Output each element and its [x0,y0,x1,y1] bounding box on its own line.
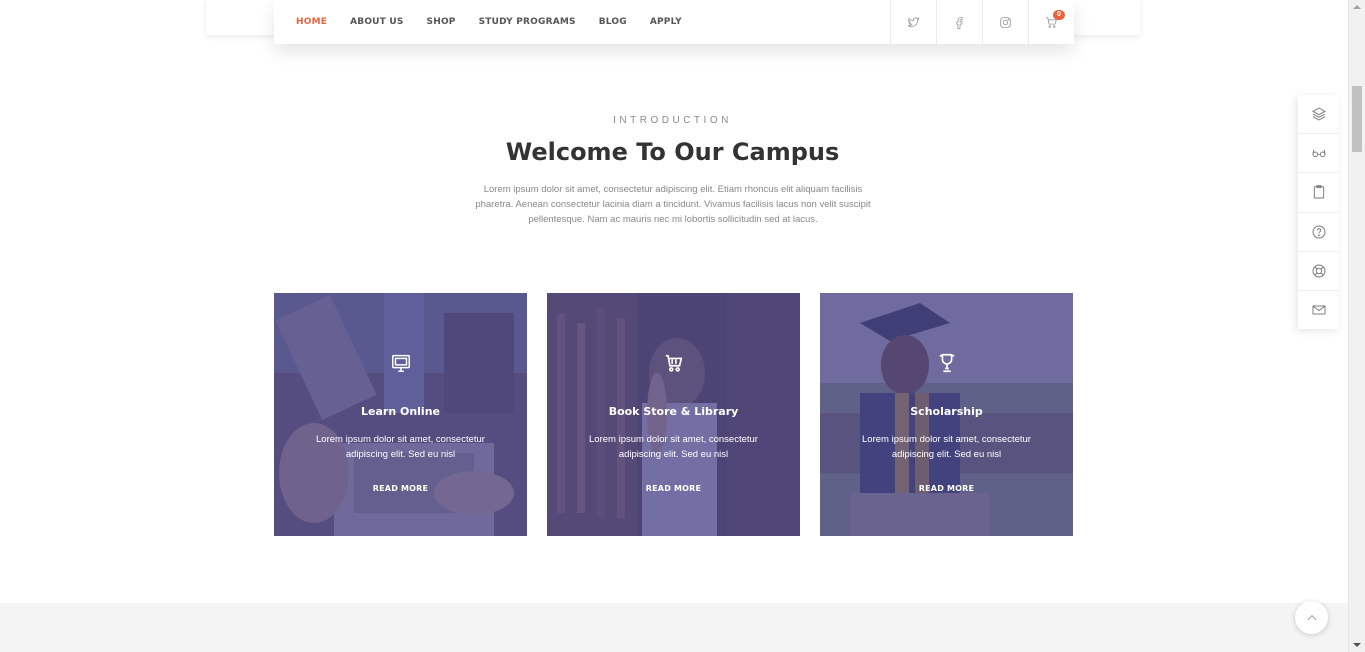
nav-links: HOME ABOUT US SHOP STUDY PROGRAMS BLOG A… [274,17,890,27]
nav-link-blog[interactable]: BLOG [599,17,627,27]
tool-clipboard[interactable] [1298,173,1339,213]
card-title: Learn Online [361,405,440,418]
intro-eyebrow: INTRODUCTION [613,115,732,126]
card-text: Lorem ipsum dolor sit amet, consectetur … [589,434,758,460]
mail-icon [1312,305,1325,315]
next-section [0,603,1348,652]
side-tool-panel [1298,95,1339,329]
card-scholarship[interactable]: Scholarship Lorem ipsum dolor sit amet, … [820,293,1073,536]
lifebuoy-icon [1312,264,1325,278]
card-icon [820,352,1073,374]
monitor-icon [391,354,410,372]
card-learn-online[interactable]: Learn Online Lorem ipsum dolor sit amet,… [274,293,527,536]
trophy-icon [939,353,954,373]
social-links: 0 [890,0,1074,44]
read-more-link[interactable]: READ MORE [547,484,800,493]
scroll-up-arrow[interactable] [1353,5,1361,9]
scrollbar[interactable] [1348,0,1365,652]
twitter-icon [907,16,920,27]
card-text: Lorem ipsum dolor sit amet, consectetur … [862,434,1031,460]
clipboard-icon [1313,185,1324,199]
nav-link-study-programs[interactable]: STUDY PROGRAMS [479,17,576,27]
nav-link-shop[interactable]: SHOP [427,17,456,27]
card-book-store-library[interactable]: Book Store & Library Lorem ipsum dolor s… [547,293,800,536]
nav-link-about-us[interactable]: ABOUT US [350,17,403,27]
page: HOME ABOUT US SHOP STUDY PROGRAMS BLOG A… [0,0,1365,652]
scroll-down-arrow[interactable] [1353,643,1361,647]
card-content: Scholarship Lorem ipsum dolor sit amet, … [820,293,1073,536]
read-more-link[interactable]: READ MORE [274,484,527,493]
card-content: Learn Online Lorem ipsum dolor sit amet,… [274,293,527,536]
instagram-icon [1000,16,1011,28]
nav-link-home[interactable]: HOME [296,17,327,27]
card-title: Book Store & Library [608,405,739,418]
tool-support[interactable] [1298,252,1339,291]
twitter-link[interactable] [890,0,936,44]
read-more-link[interactable]: READ MORE [820,484,1073,493]
back-to-top-button[interactable] [1295,601,1328,634]
layers-icon [1311,107,1326,121]
card-title: Scholarship [910,405,983,418]
tool-mail[interactable] [1298,291,1339,329]
facebook-icon [956,16,963,29]
intro-title: Welcome To Our Campus [505,138,840,166]
card-content: Book Store & Library Lorem ipsum dolor s… [547,293,800,536]
card-text: Lorem ipsum dolor sit amet, consectetur … [316,434,485,460]
cart-link[interactable]: 0 [1028,0,1074,44]
tool-layers[interactable] [1298,95,1339,135]
nav-link-apply[interactable]: APPLY [650,17,682,27]
cart-count-badge: 0 [1053,10,1065,20]
help-icon [1312,225,1325,239]
tool-help[interactable] [1298,213,1339,252]
cart-icon [665,354,682,372]
card-icon [274,352,527,374]
tool-glasses[interactable] [1298,134,1339,174]
instagram-link[interactable] [982,0,1028,44]
scroll-thumb[interactable] [1352,86,1362,152]
main-nav: HOME ABOUT US SHOP STUDY PROGRAMS BLOG A… [274,0,1074,44]
card-icon [547,352,800,374]
facebook-link[interactable] [936,0,982,44]
glasses-icon [1312,149,1325,158]
intro-text: Lorem ipsum dolor sit amet, consectetur … [475,184,871,225]
chevron-up-icon [1307,614,1316,620]
